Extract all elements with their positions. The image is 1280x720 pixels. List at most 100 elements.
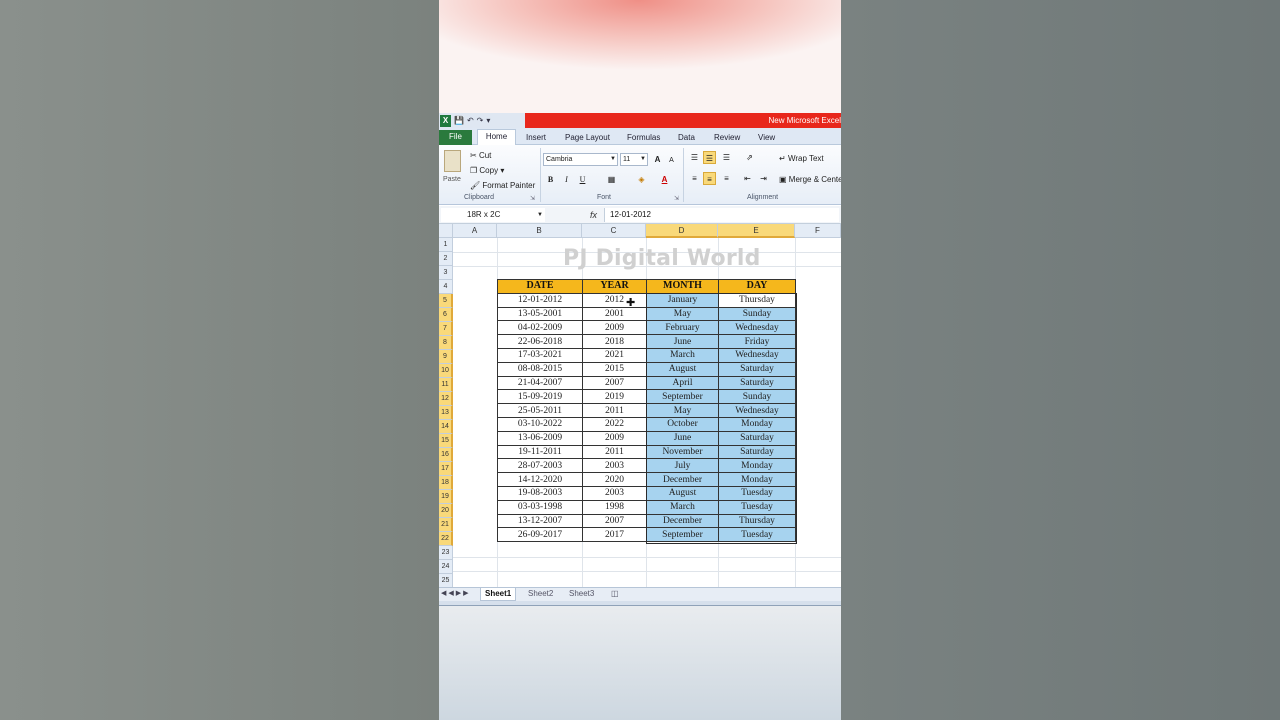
font-color-button[interactable]: A — [658, 173, 671, 186]
month-cell[interactable]: September — [646, 527, 719, 543]
column-header-e[interactable]: E — [718, 224, 795, 238]
month-cell[interactable]: March — [646, 347, 719, 363]
align-top-icon[interactable]: ☰ — [688, 151, 701, 164]
align-center-icon[interactable]: ≡ — [703, 172, 716, 185]
date-cell[interactable]: 28-07-2003 — [497, 458, 583, 474]
name-box[interactable]: 18R x 2C ▼ — [441, 208, 545, 222]
format-painter-button[interactable]: 🖌 Format Painter — [470, 180, 535, 191]
row-header-7[interactable]: 7 — [439, 322, 453, 336]
year-cell[interactable]: 2011 — [582, 444, 647, 460]
row-header-24[interactable]: 24 — [439, 560, 453, 574]
date-cell[interactable]: 13-06-2009 — [497, 430, 583, 446]
orientation-icon[interactable]: ⇗ — [743, 151, 756, 164]
clipboard-launcher-icon[interactable]: ⇲ — [530, 195, 535, 202]
date-cell[interactable]: 03-03-1998 — [497, 499, 583, 515]
year-cell[interactable]: 2020 — [582, 472, 647, 487]
header-day[interactable]: DAY — [718, 279, 796, 294]
year-cell[interactable]: 2015 — [582, 361, 647, 377]
row-header-15[interactable]: 15 — [439, 434, 453, 448]
year-cell[interactable]: 2003 — [582, 485, 647, 501]
day-cell[interactable]: Saturday — [718, 375, 796, 391]
tab-file[interactable]: File — [439, 130, 472, 145]
formula-input[interactable]: 12-01-2012 — [604, 208, 839, 222]
year-cell[interactable]: 1998 — [582, 499, 647, 515]
row-header-4[interactable]: 4 — [439, 280, 453, 294]
day-cell[interactable]: Friday — [718, 334, 796, 349]
fill-color-icon[interactable]: ◈ — [635, 173, 648, 186]
year-cell[interactable]: 2017 — [582, 527, 647, 543]
font-launcher-icon[interactable]: ⇲ — [674, 195, 679, 202]
month-cell[interactable]: August — [646, 485, 719, 501]
year-cell[interactable]: 2021 — [582, 347, 647, 363]
day-cell[interactable]: Wednesday — [718, 347, 796, 363]
row-header-25[interactable]: 25 — [439, 574, 453, 588]
date-cell[interactable]: 08-08-2015 — [497, 361, 583, 377]
day-cell[interactable]: Thursday — [718, 292, 796, 308]
row-header-11[interactable]: 11 — [439, 378, 453, 392]
month-cell[interactable]: November — [646, 444, 719, 460]
insert-sheet-icon[interactable]: ◫ — [607, 588, 623, 601]
month-cell[interactable]: May — [646, 306, 719, 322]
header-date[interactable]: DATE — [497, 279, 583, 294]
date-cell[interactable]: 25-05-2011 — [497, 403, 583, 418]
column-header-f[interactable]: F — [795, 224, 841, 238]
date-cell[interactable]: 17-03-2021 — [497, 347, 583, 363]
year-cell[interactable]: 2009 — [582, 430, 647, 446]
sheet-tab-3[interactable]: Sheet3 — [565, 588, 598, 601]
row-header-5[interactable]: 5 — [439, 294, 453, 308]
tab-view[interactable]: View — [758, 131, 775, 145]
day-cell[interactable]: Monday — [718, 472, 796, 487]
header-year[interactable]: YEAR — [582, 279, 647, 294]
row-header-12[interactable]: 12 — [439, 392, 453, 406]
year-cell[interactable]: 2018 — [582, 334, 647, 349]
underline-button[interactable]: U — [576, 173, 589, 186]
italic-button[interactable]: I — [560, 173, 573, 186]
column-header-c[interactable]: C — [582, 224, 646, 238]
align-bottom-icon[interactable]: ☰ — [720, 151, 733, 164]
row-header-1[interactable]: 1 — [439, 238, 453, 252]
day-cell[interactable]: Saturday — [718, 430, 796, 446]
month-cell[interactable]: January — [646, 292, 719, 308]
day-cell[interactable]: Wednesday — [718, 320, 796, 336]
align-middle-icon[interactable]: ☰ — [703, 151, 716, 164]
month-cell[interactable]: December — [646, 472, 719, 487]
month-cell[interactable]: June — [646, 334, 719, 349]
row-header-10[interactable]: 10 — [439, 364, 453, 378]
column-header-a[interactable]: A — [453, 224, 497, 238]
date-cell[interactable]: 13-12-2007 — [497, 513, 583, 529]
row-header-22[interactable]: 22 — [439, 532, 453, 546]
date-cell[interactable]: 14-12-2020 — [497, 472, 583, 487]
row-header-23[interactable]: 23 — [439, 546, 453, 560]
tab-page-layout[interactable]: Page Layout — [565, 131, 610, 145]
year-cell[interactable]: 2009 — [582, 320, 647, 336]
row-header-3[interactable]: 3 — [439, 266, 453, 280]
wrap-text-button[interactable]: ↵ Wrap Text — [779, 153, 824, 164]
month-cell[interactable]: August — [646, 361, 719, 377]
header-month[interactable]: MONTH — [646, 279, 719, 294]
day-cell[interactable]: Tuesday — [718, 485, 796, 501]
month-cell[interactable]: February — [646, 320, 719, 336]
cut-button[interactable]: ✂ Cut — [470, 150, 491, 161]
row-header-14[interactable]: 14 — [439, 420, 453, 434]
month-cell[interactable]: April — [646, 375, 719, 391]
year-cell[interactable]: 2019 — [582, 389, 647, 405]
date-cell[interactable]: 15-09-2019 — [497, 389, 583, 405]
month-cell[interactable]: March — [646, 499, 719, 515]
row-header-17[interactable]: 17 — [439, 462, 453, 476]
date-cell[interactable]: 19-08-2003 — [497, 485, 583, 501]
sheet-tab-2[interactable]: Sheet2 — [524, 588, 557, 601]
row-header-13[interactable]: 13 — [439, 406, 453, 420]
tab-insert[interactable]: Insert — [526, 131, 546, 145]
grow-font-button[interactable]: A — [651, 153, 664, 166]
day-cell[interactable]: Sunday — [718, 306, 796, 322]
column-header-b[interactable]: B — [497, 224, 582, 238]
year-cell[interactable]: 2003 — [582, 458, 647, 474]
date-cell[interactable]: 26-09-2017 — [497, 527, 583, 543]
date-cell[interactable]: 12-01-2012 — [497, 292, 583, 308]
paste-icon[interactable] — [444, 150, 461, 172]
month-cell[interactable]: May — [646, 403, 719, 418]
month-cell[interactable]: September — [646, 389, 719, 405]
tab-home[interactable]: Home — [477, 129, 516, 146]
date-cell[interactable]: 13-05-2001 — [497, 306, 583, 322]
day-cell[interactable]: Sunday — [718, 389, 796, 405]
